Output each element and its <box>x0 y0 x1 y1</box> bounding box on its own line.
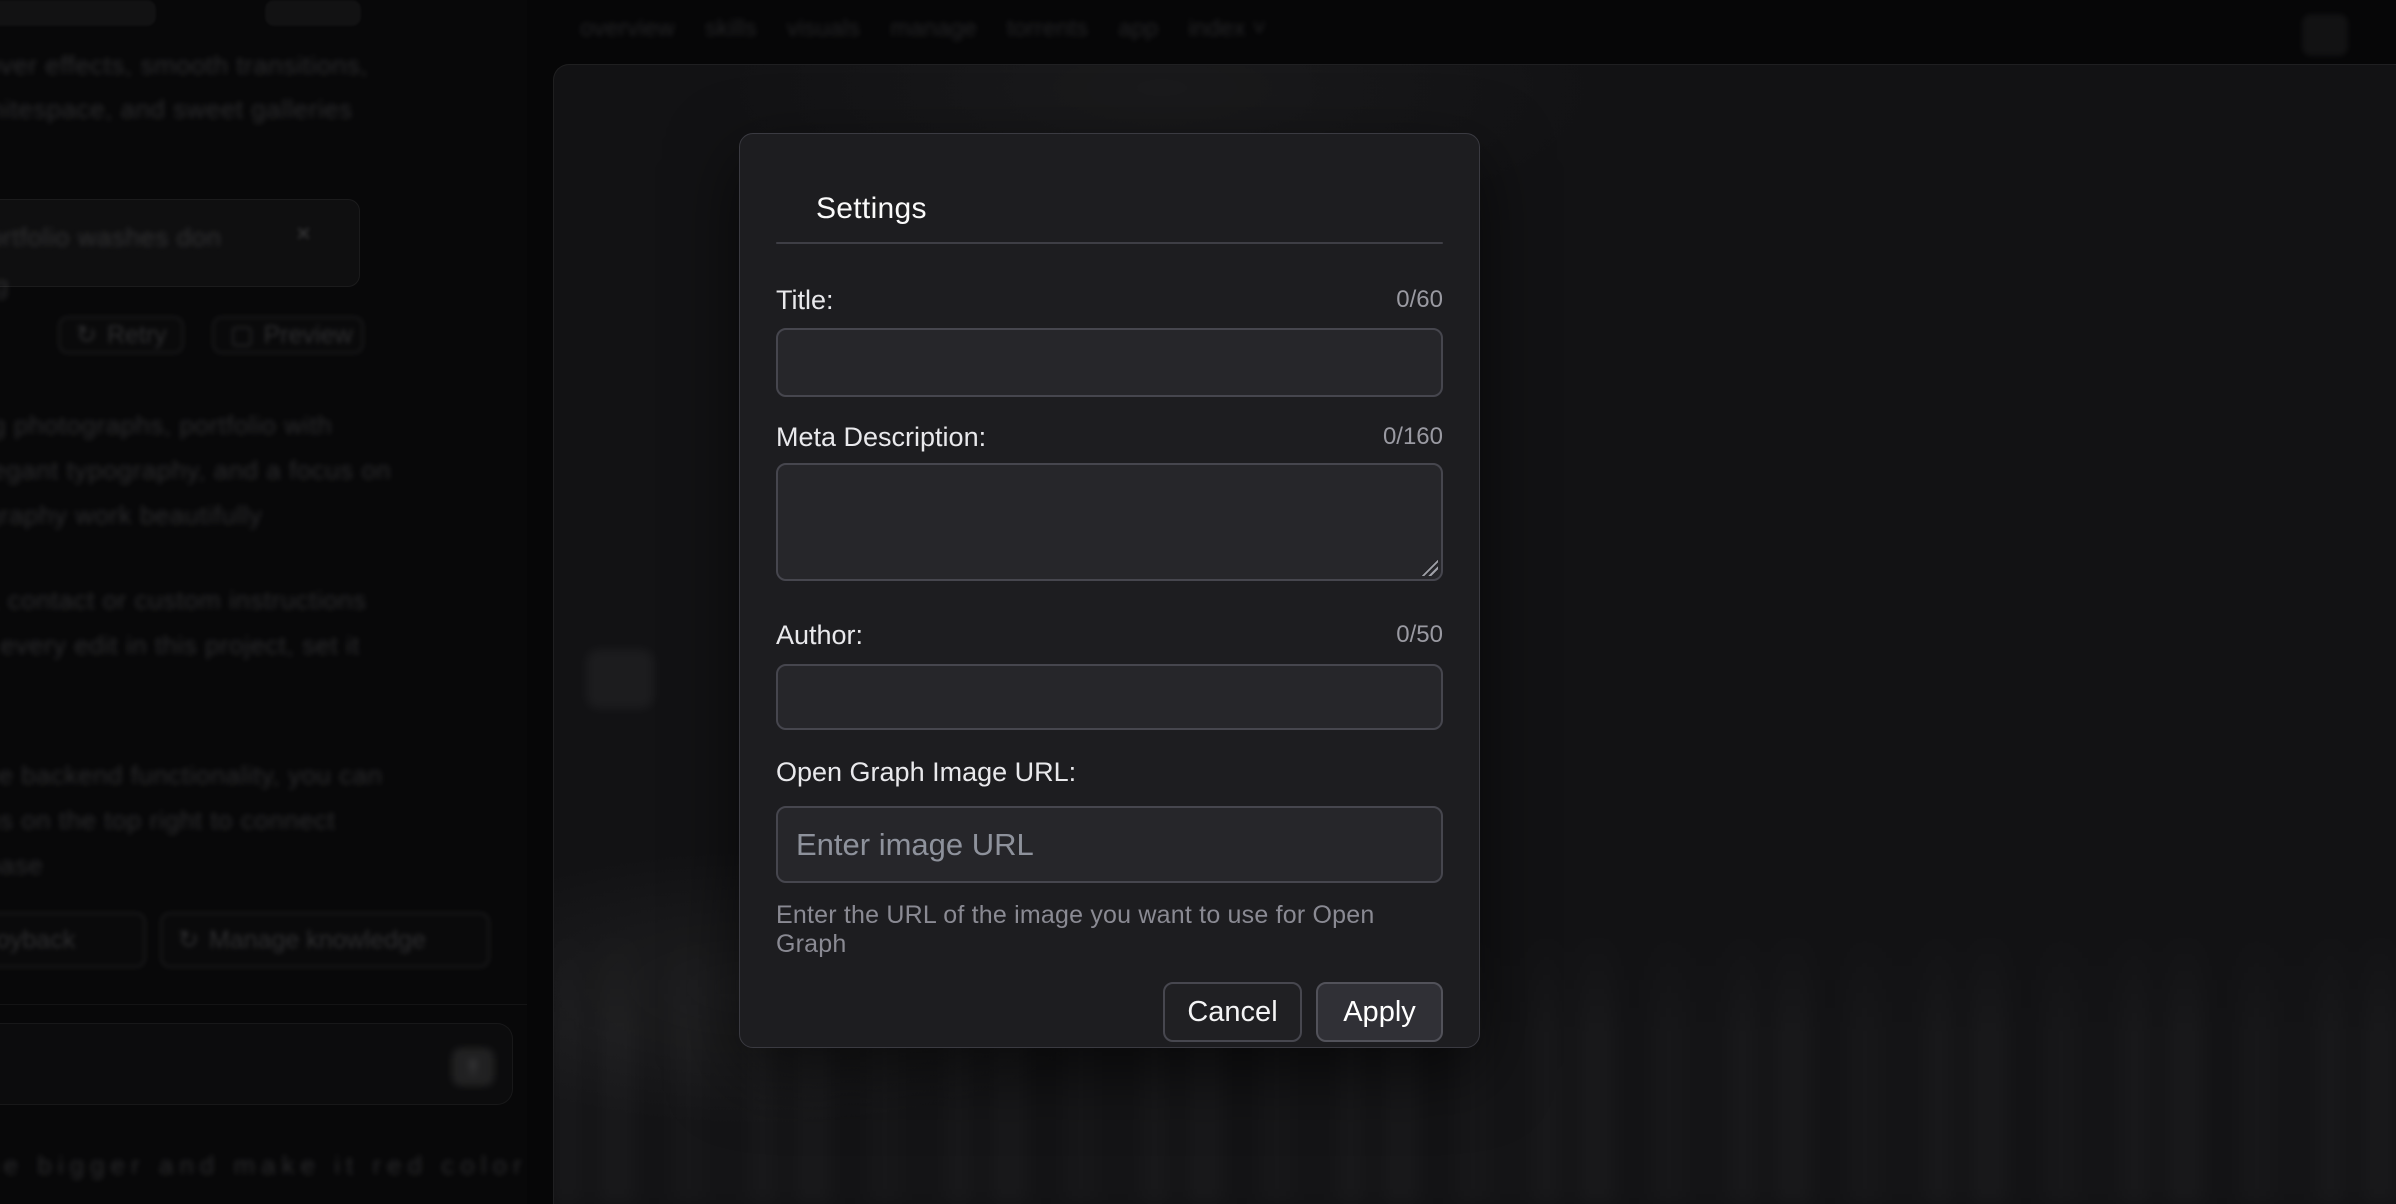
chat-input[interactable] <box>0 1023 513 1105</box>
dialog-title: Settings <box>776 134 1443 227</box>
close-icon[interactable]: × <box>296 218 311 249</box>
og-image-url-helper-text: Enter the URL of the image you want to u… <box>776 901 1443 959</box>
dimmed-chat-line: ography work beautifully <box>0 500 262 531</box>
dialog-divider <box>776 242 1443 244</box>
resize-grip-icon[interactable] <box>1421 559 1438 576</box>
topbar-menu: overview skills visuals manage torrents … <box>580 15 1266 43</box>
topbar-item[interactable]: manage <box>890 15 977 43</box>
dimmed-chat-line: m, contact or custom instructions <box>0 585 367 616</box>
chat-sidebar: hover effects, smooth transitions, white… <box>0 0 527 1204</box>
og-image-url-input[interactable] <box>776 806 1443 883</box>
preview-button[interactable]: ▢ Preview <box>212 316 364 354</box>
title-char-counter: 0/60 <box>1396 286 1443 314</box>
dimmed-chat-line: ing photographs, portfolio with <box>0 410 332 441</box>
send-button[interactable]: ↑ <box>452 1048 494 1086</box>
dimmed-chat-line: hover effects, smooth transitions, <box>0 50 368 81</box>
title-input[interactable] <box>776 328 1443 397</box>
manage-knowledge-label: Manage knowledge <box>209 926 426 955</box>
meta-description-textarea[interactable] <box>776 463 1443 581</box>
dimmed-chat-line: the bigger and make it red color <box>0 1150 528 1181</box>
chat-notice-box: portfolio washes don × <box>0 199 360 287</box>
send-icon: ↑ <box>467 1053 479 1080</box>
dimmed-notice-text: portfolio washes don <box>0 222 221 253</box>
dialog-actions: Cancel Apply <box>776 982 1443 1042</box>
author-input[interactable] <box>776 664 1443 730</box>
dimmed-chat-line: elegant typography, and a focus on <box>0 455 391 486</box>
dimmed-chat-line: whitespace, and sweet galleries <box>0 94 353 125</box>
dimmed-notice-line2: g <box>0 270 9 301</box>
meta-description-label: Meta Description: <box>776 422 986 453</box>
dimmed-chat-line: ons on the top right to connect <box>0 805 335 836</box>
dimmed-chat-line: see backend functionality, you can <box>0 760 383 791</box>
refresh-icon: ↻ <box>178 925 199 955</box>
dimmed-chat-line: abase <box>0 850 43 881</box>
retry-label: Retry <box>107 321 167 350</box>
preview-topbar: overview skills visuals manage torrents … <box>553 0 2396 64</box>
cancel-button[interactable]: Cancel <box>1163 982 1302 1042</box>
sidebar-tab-pill[interactable] <box>265 0 361 26</box>
preview-icon: ▢ <box>230 320 254 350</box>
topbar-item[interactable]: torrents <box>1007 15 1088 43</box>
author-char-counter: 0/50 <box>1396 621 1443 649</box>
topbar-item-dropdown[interactable]: index ˅ <box>1188 15 1266 43</box>
dimmed-chat-line: to every edit in this project, set it <box>0 630 360 661</box>
manage-knowledge-button[interactable]: ↻ Manage knowledge <box>160 912 490 968</box>
meta-description-char-counter: 0/160 <box>1383 423 1443 451</box>
retry-button[interactable]: ↻ Retry <box>58 316 184 354</box>
sidebar-tab-pill[interactable] <box>0 0 156 26</box>
title-field-label: Title: <box>776 285 834 316</box>
floating-edit-button[interactable] <box>586 649 654 709</box>
topbar-item[interactable]: app <box>1118 15 1158 43</box>
sidebar-divider <box>0 1004 527 1005</box>
topbar-item[interactable]: visuals <box>787 15 860 43</box>
author-field-label: Author: <box>776 620 863 651</box>
panel-toggle-icon[interactable] <box>2302 14 2348 56</box>
og-image-url-label: Open Graph Image URL: <box>776 757 1076 788</box>
app-window: hover effects, smooth transitions, white… <box>0 0 2396 1204</box>
playback-button[interactable]: oyback <box>0 912 146 968</box>
apply-button[interactable]: Apply <box>1316 982 1443 1042</box>
playback-label: oyback <box>0 926 75 955</box>
topbar-item[interactable]: skills <box>705 15 757 43</box>
settings-dialog: Settings Title: 0/60 Meta Description: 0… <box>739 133 1480 1048</box>
preview-label: Preview <box>264 321 353 350</box>
refresh-icon: ↻ <box>76 320 97 350</box>
topbar-item[interactable]: overview <box>580 15 675 43</box>
